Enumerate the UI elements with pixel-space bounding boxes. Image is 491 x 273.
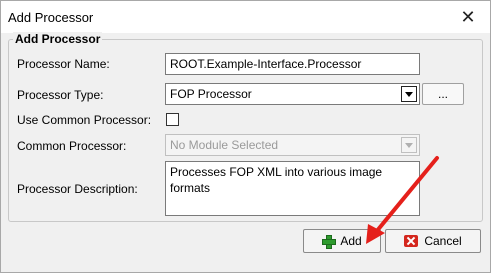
add-button-label: Add: [340, 234, 362, 248]
common-processor-label: Common Processor:: [17, 139, 127, 153]
use-common-processor-checkbox[interactable]: [166, 113, 179, 126]
processor-type-select[interactable]: FOP Processor: [165, 83, 420, 105]
processor-name-label: Processor Name:: [17, 57, 110, 71]
cancel-x-icon: [404, 235, 419, 247]
processor-type-label: Processor Type:: [17, 88, 104, 102]
plus-icon: [322, 235, 337, 249]
cancel-button-label: Cancel: [424, 234, 462, 248]
processor-description-textarea[interactable]: Processes FOP XML into various image for…: [165, 161, 420, 216]
close-icon[interactable]: ✕: [446, 1, 490, 33]
cancel-button[interactable]: Cancel: [385, 229, 481, 253]
processor-type-value: FOP Processor: [170, 87, 252, 101]
browse-processor-button[interactable]: ...: [422, 83, 464, 105]
use-common-processor-label: Use Common Processor:: [17, 113, 152, 127]
add-processor-dialog: Add Processor ✕ Add Processor Processor …: [0, 0, 491, 273]
chevron-down-icon[interactable]: [401, 137, 417, 153]
common-processor-value: No Module Selected: [170, 138, 279, 152]
processor-description-label: Processor Description:: [17, 182, 138, 196]
common-processor-select[interactable]: No Module Selected: [165, 134, 420, 156]
processor-name-input[interactable]: ROOT.Example-Interface.Processor: [165, 53, 420, 75]
window-title: Add Processor: [8, 10, 94, 25]
add-button[interactable]: Add: [303, 229, 381, 253]
chevron-down-icon[interactable]: [401, 86, 417, 102]
group-title: Add Processor: [13, 32, 103, 46]
title-bar: Add Processor ✕: [1, 1, 490, 33]
